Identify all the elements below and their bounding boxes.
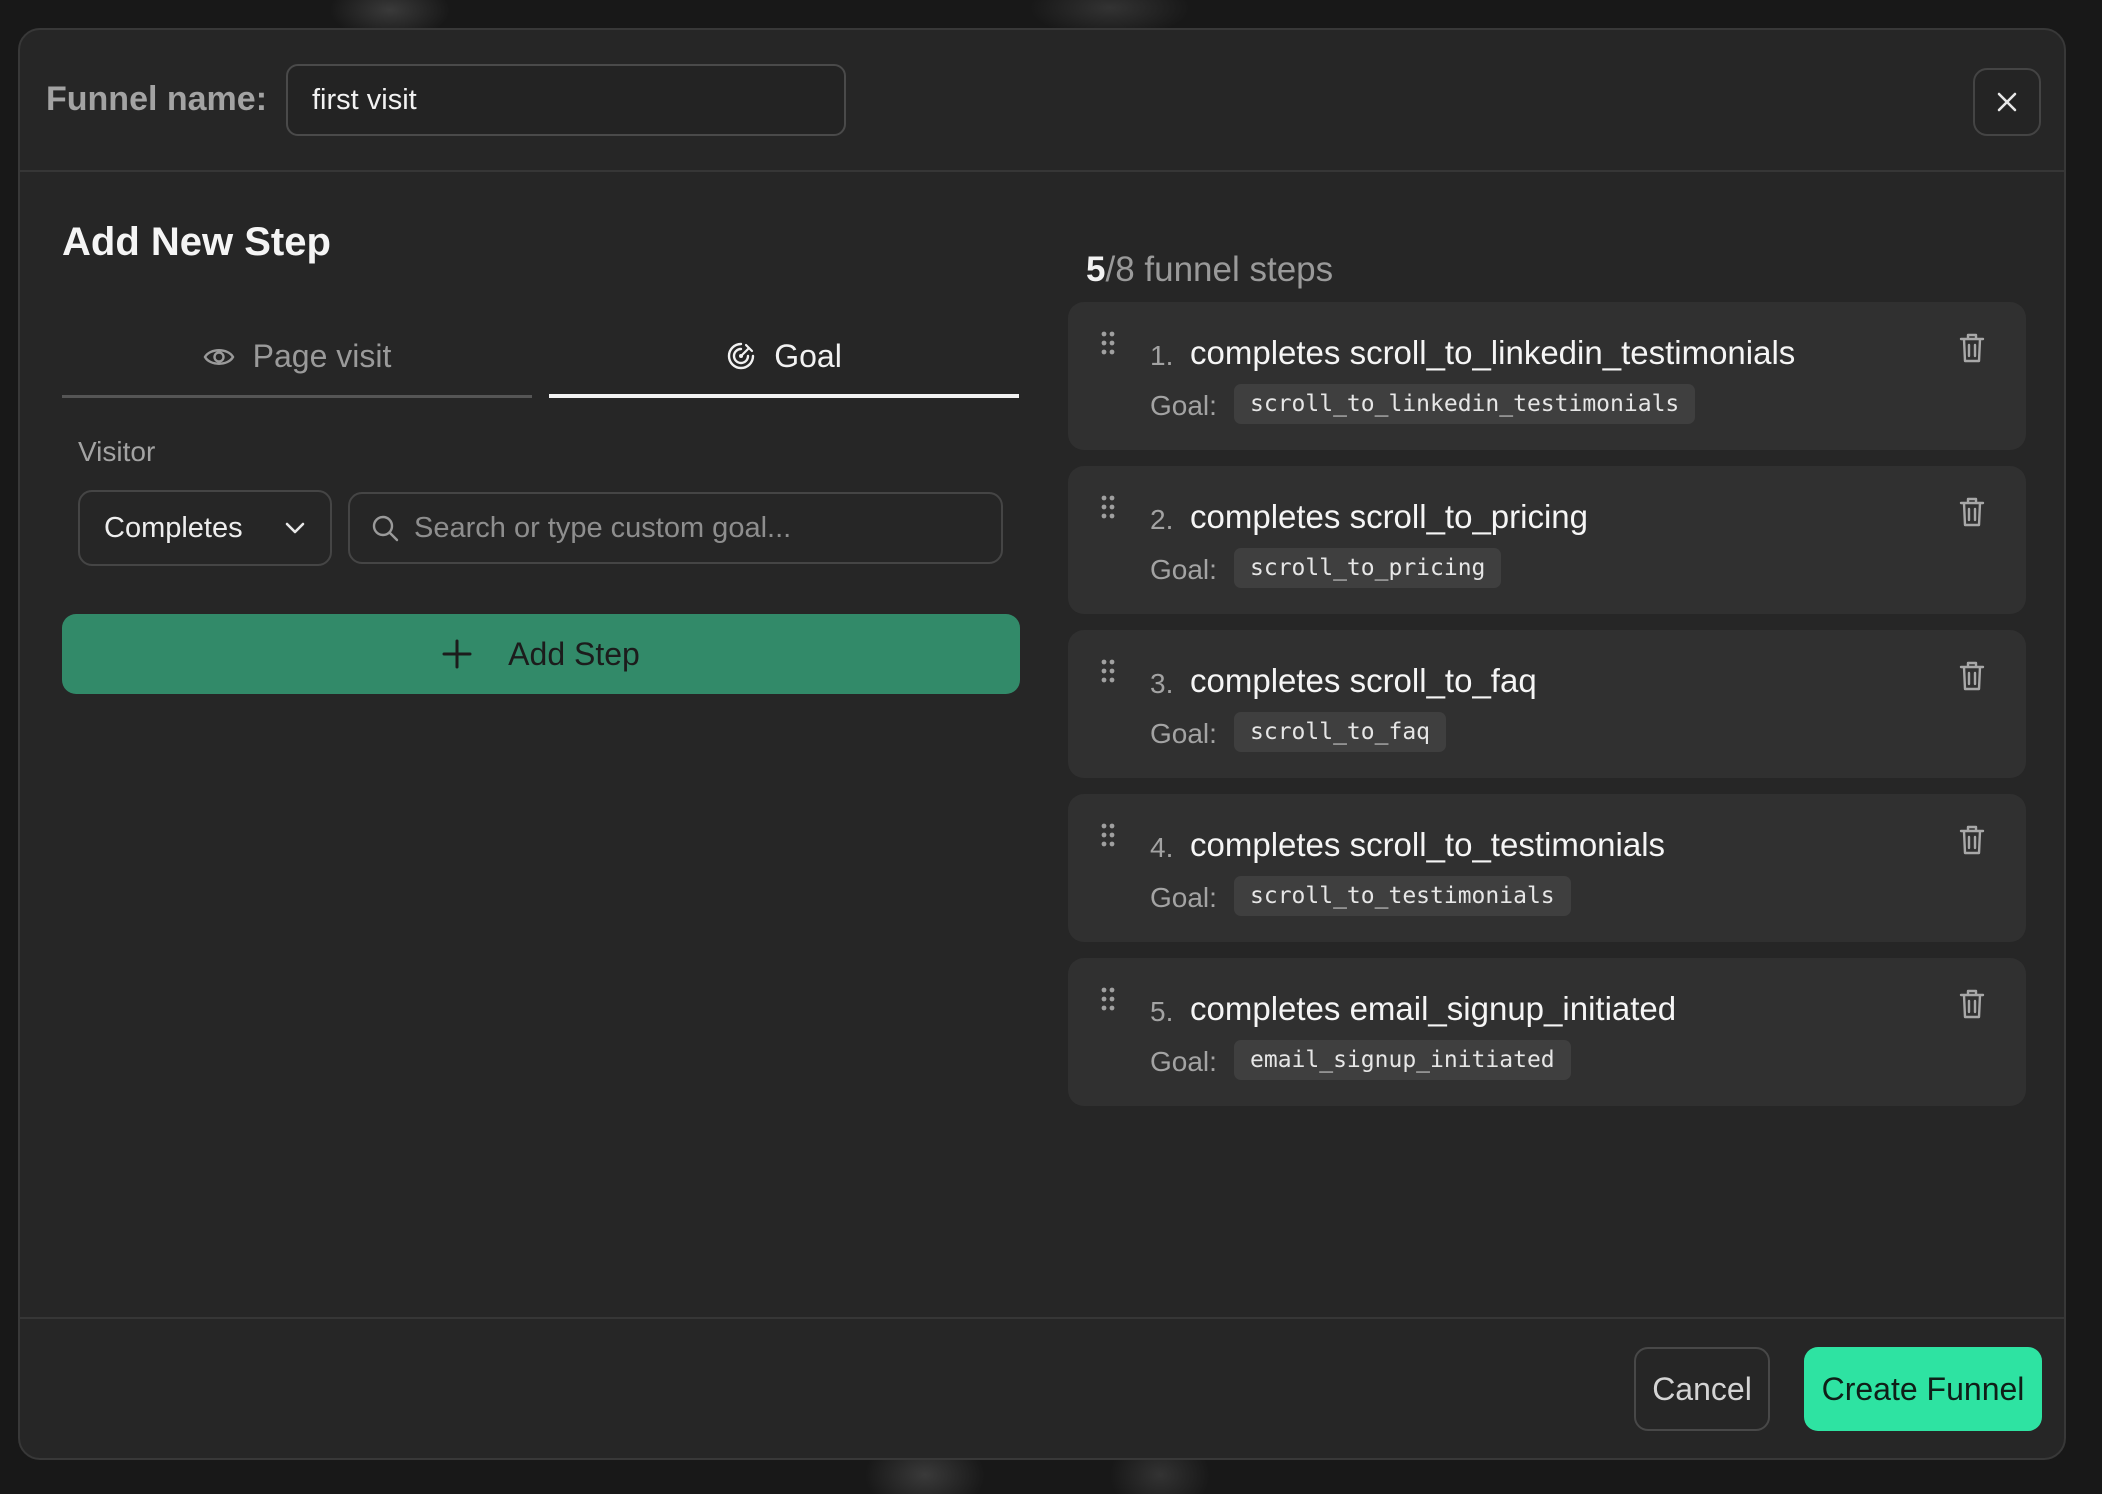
drag-handle-icon[interactable] (1100, 822, 1116, 848)
step-goal-code: email_signup_initiated (1234, 1040, 1571, 1080)
step-title: completes scroll_to_linkedin_testimonial… (1190, 334, 1796, 371)
step-number: 5. (1150, 996, 1174, 1027)
funnel-steps-count: 5/8 funnel steps (1086, 250, 1333, 290)
close-button[interactable] (1973, 68, 2041, 136)
eye-icon (203, 348, 234, 365)
step-title: completes scroll_to_testimonials (1190, 826, 1666, 863)
drag-handle-icon[interactable] (1100, 986, 1116, 1012)
steps-count-current: 5 (1086, 250, 1106, 289)
create-funnel-modal: Funnel name: Add New Step Page visit Goa… (18, 28, 2066, 1460)
close-icon (1997, 92, 2017, 112)
goal-search-box (348, 492, 1003, 564)
step-type-tabs: Page visit Goal (62, 318, 1022, 398)
step-goal-label: Goal: (1150, 718, 1217, 749)
visitor-label: Visitor (78, 436, 156, 467)
step-goal-code: scroll_to_testimonials (1234, 876, 1571, 916)
cancel-button[interactable]: Cancel (1634, 1347, 1770, 1431)
funnel-step-card[interactable]: 5. completes email_signup_initiated Goal… (1068, 958, 2026, 1106)
trash-icon[interactable] (1958, 332, 1986, 364)
step-number: 3. (1150, 668, 1174, 699)
step-goal-code: scroll_to_linkedin_testimonials (1234, 384, 1696, 424)
step-title: completes scroll_to_pricing (1190, 498, 1589, 535)
visitor-action-select[interactable]: Completes (78, 490, 332, 566)
funnel-step-card[interactable]: 2. completes scroll_to_pricing Goal: scr… (1068, 466, 2026, 614)
trash-icon[interactable] (1958, 496, 1986, 528)
search-icon (372, 515, 399, 542)
step-goal-code: scroll_to_faq (1234, 712, 1447, 752)
funnel-steps-list: 1. completes scroll_to_linkedin_testimon… (1068, 302, 2028, 1122)
add-step-label: Add Step (508, 635, 640, 672)
funnel-step-card[interactable]: 1. completes scroll_to_linkedin_testimon… (1068, 302, 2026, 450)
step-goal-label: Goal: (1150, 1046, 1217, 1077)
tab-page-visit-label: Page visit (252, 338, 392, 374)
modal-header: Funnel name: (20, 30, 2064, 172)
plus-icon (442, 639, 472, 669)
tab-goal-label: Goal (774, 337, 842, 374)
funnel-name-input[interactable] (286, 64, 846, 136)
target-icon (728, 342, 755, 370)
step-goal-label: Goal: (1150, 882, 1217, 913)
step-number: 1. (1150, 340, 1174, 371)
add-new-step-title: Add New Step (62, 220, 331, 264)
steps-count-rest: /8 funnel steps (1105, 250, 1334, 289)
step-number: 4. (1150, 832, 1174, 863)
create-funnel-button[interactable]: Create Funnel (1804, 1347, 2042, 1431)
funnel-step-card[interactable]: 3. completes scroll_to_faq Goal: scroll_… (1068, 630, 2026, 778)
drag-handle-icon[interactable] (1100, 658, 1116, 684)
trash-icon[interactable] (1958, 824, 1986, 856)
step-goal-label: Goal: (1150, 390, 1217, 421)
step-goal-code: scroll_to_pricing (1234, 548, 1502, 588)
visitor-action-value: Completes (104, 511, 243, 544)
drag-handle-icon[interactable] (1100, 494, 1116, 520)
funnel-step-card[interactable]: 4. completes scroll_to_testimonials Goal… (1068, 794, 2026, 942)
tab-goal[interactable]: Goal (549, 318, 1019, 398)
modal-footer: Cancel Create Funnel (20, 1317, 2064, 1458)
funnel-name-label: Funnel name: (46, 80, 268, 118)
trash-icon[interactable] (1958, 988, 1986, 1020)
goal-search-input[interactable] (414, 511, 981, 545)
drag-handle-icon[interactable] (1100, 330, 1116, 356)
chevron-down-icon (285, 522, 305, 534)
step-title: completes scroll_to_faq (1190, 662, 1537, 699)
tab-page-visit[interactable]: Page visit (62, 318, 532, 398)
add-step-button[interactable]: Add Step (62, 614, 1020, 694)
step-goal-label: Goal: (1150, 554, 1217, 585)
step-title: completes email_signup_initiated (1190, 990, 1677, 1027)
step-number: 2. (1150, 504, 1174, 535)
trash-icon[interactable] (1958, 660, 1986, 692)
